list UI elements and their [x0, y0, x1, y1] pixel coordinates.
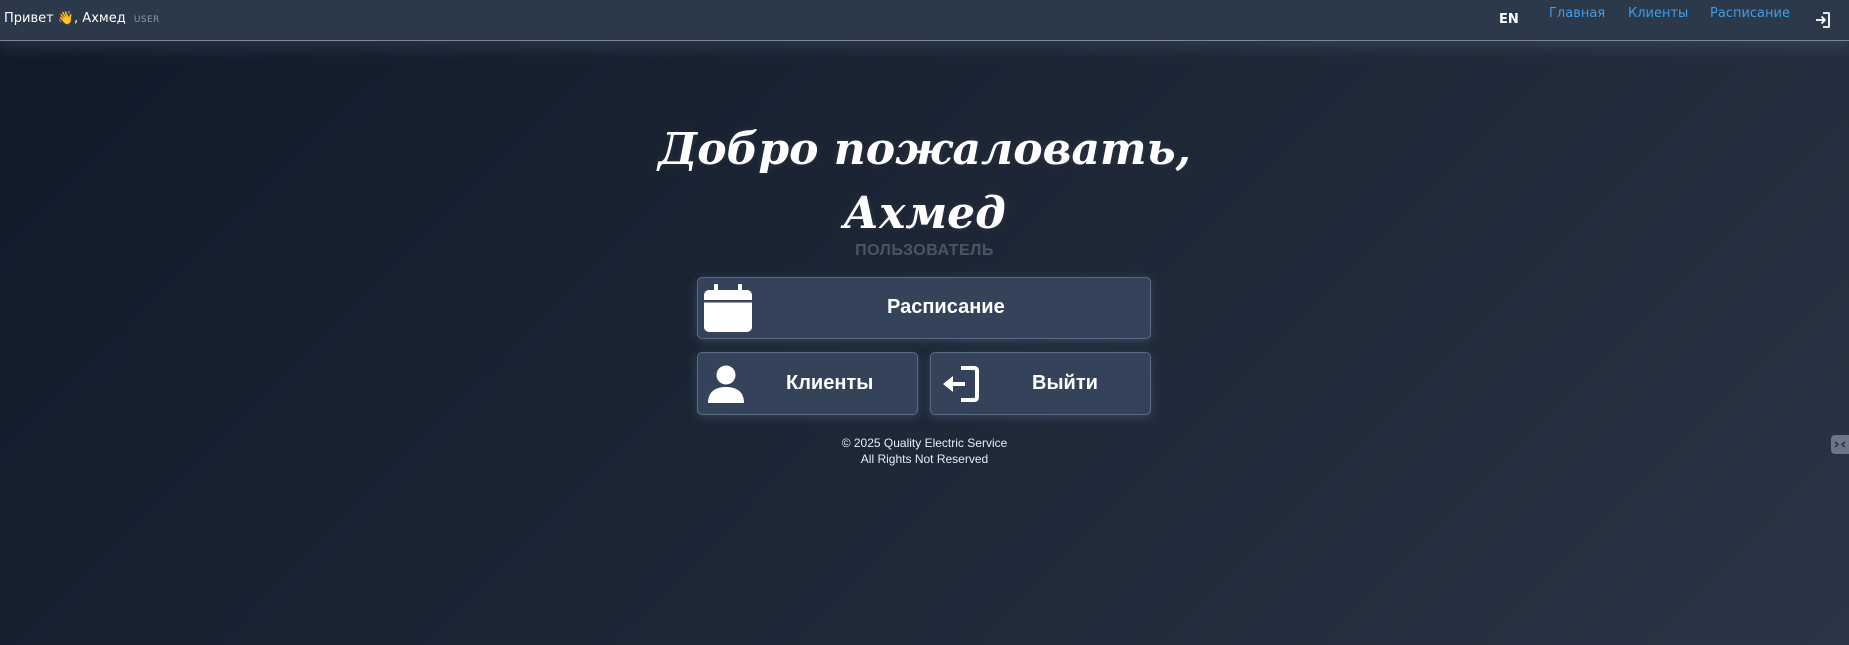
user-role-label: ПОЛЬЗОВАТЕЛЬ: [855, 242, 994, 259]
logout-card-button[interactable]: Выйти: [930, 352, 1151, 415]
greeting-username: , Ахмед: [74, 11, 126, 26]
footer-rights: All Rights Not Reserved: [860, 452, 989, 466]
schedule-card-button[interactable]: Расписание: [697, 277, 1151, 339]
footer-copyright: © 2025 Quality Electric Service: [841, 436, 1008, 450]
nav-link-schedule[interactable]: Расписание: [1710, 6, 1790, 21]
language-switch[interactable]: EN: [1499, 12, 1519, 27]
welcome-heading: Добро пожаловать, Ахмед: [0, 118, 1849, 246]
welcome-line-1: Добро пожаловать,: [658, 124, 1191, 175]
nav-link-clients[interactable]: Клиенты: [1628, 6, 1688, 21]
logout-icon[interactable]: [1814, 11, 1832, 29]
top-navbar: Привет 👋, Ахмед USER EN Главная Клиенты …: [0, 0, 1849, 41]
logout-icon: [943, 366, 979, 402]
schedule-card-label: Расписание: [887, 296, 1005, 318]
clients-card-button[interactable]: Клиенты: [697, 352, 918, 415]
widget-glyph: [1834, 441, 1846, 448]
nav-link-home[interactable]: Главная: [1549, 6, 1605, 21]
page-footer: © 2025 Quality Electric Service All Righ…: [0, 435, 1849, 467]
user-icon: [708, 365, 744, 403]
greeting-text: Привет: [4, 11, 54, 26]
calendar-icon: [704, 284, 752, 332]
welcome-line-2: Ахмед: [843, 188, 1006, 239]
logout-card-label: Выйти: [1032, 372, 1098, 394]
clients-card-label: Клиенты: [786, 372, 874, 394]
widget-icon[interactable]: [1831, 435, 1849, 454]
user-greeting: Привет 👋, Ахмед USER: [4, 11, 160, 26]
waving-hand-emoji: 👋: [57, 11, 75, 26]
role-tag: USER: [133, 15, 160, 25]
